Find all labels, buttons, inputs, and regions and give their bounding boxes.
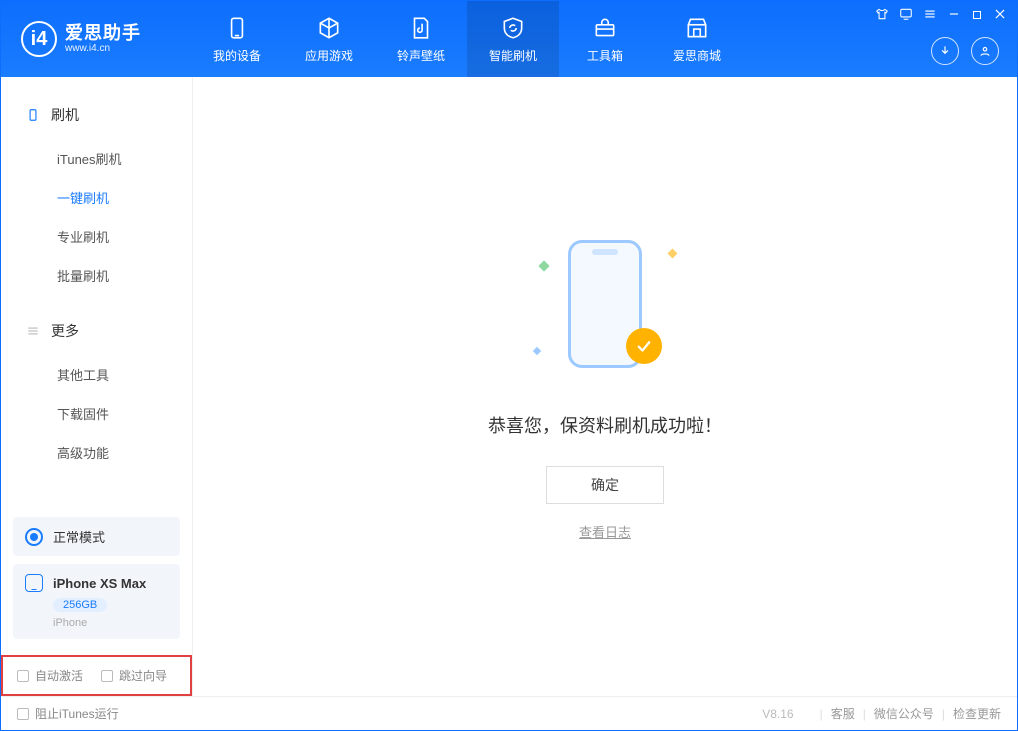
sidebar-item-oneclick-flash[interactable]: 一键刷机: [1, 178, 192, 217]
separator: |: [863, 707, 866, 721]
section-title: 刷机: [51, 105, 79, 125]
app-name: 爱思助手: [65, 24, 141, 44]
close-button[interactable]: [993, 7, 1007, 24]
body: 刷机 iTunes刷机 一键刷机 专业刷机 批量刷机 更多 其他工具 下载固件: [1, 77, 1017, 696]
download-button[interactable]: [931, 37, 959, 65]
device-subtitle: iPhone: [53, 617, 168, 629]
link-wechat[interactable]: 微信公众号: [874, 705, 934, 722]
cube-icon: [314, 15, 344, 41]
nav-store[interactable]: 爱思商城: [651, 1, 743, 77]
sidebar: 刷机 iTunes刷机 一键刷机 专业刷机 批量刷机 更多 其他工具 下载固件: [1, 77, 193, 696]
sidebar-item-pro-flash[interactable]: 专业刷机: [1, 217, 192, 256]
list-icon: [25, 323, 41, 339]
checkbox-label: 自动激活: [35, 667, 83, 684]
device-card[interactable]: iPhone XS Max 256GB iPhone: [13, 564, 180, 639]
mode-label: 正常模式: [53, 527, 105, 546]
feedback-icon[interactable]: [899, 7, 913, 24]
bottom-options-highlight: 自动激活 跳过向导: [1, 655, 192, 696]
ok-button[interactable]: 确定: [546, 466, 664, 504]
device-storage: 256GB: [53, 598, 107, 612]
account-button[interactable]: [971, 37, 999, 65]
app-url: www.i4.cn: [65, 43, 141, 54]
checkbox-skip-guide[interactable]: 跳过向导: [101, 667, 167, 684]
sidebar-scroll: 刷机 iTunes刷机 一键刷机 专业刷机 批量刷机 更多 其他工具 下载固件: [1, 77, 192, 509]
logo-letter: i4: [31, 28, 48, 51]
checkbox-label: 跳过向导: [119, 667, 167, 684]
logo-text: 爱思助手 www.i4.cn: [65, 24, 141, 55]
main-nav: 我的设备 应用游戏 铃声壁纸 智能刷机 工具箱 爱思商城: [191, 1, 743, 77]
sidebar-item-download-firmware[interactable]: 下载固件: [1, 394, 192, 433]
header-right-icons: [931, 37, 999, 65]
device-icon: [25, 574, 43, 592]
success-illustration: [530, 232, 680, 382]
nav-toolbox[interactable]: 工具箱: [559, 1, 651, 77]
nav-label: 爱思商城: [673, 47, 721, 64]
logo-icon: i4: [21, 21, 57, 57]
phone-icon: [25, 107, 41, 123]
checkbox-icon: [17, 670, 29, 682]
section-title: 更多: [51, 321, 79, 341]
nav-label: 我的设备: [213, 47, 261, 64]
tshirt-icon[interactable]: [875, 7, 889, 24]
maximize-button[interactable]: [971, 8, 983, 24]
nav-label: 应用游戏: [305, 47, 353, 64]
statusbar: 阻止iTunes运行 V8.16 | 客服 | 微信公众号 | 检查更新: [1, 696, 1017, 730]
menu-icon[interactable]: [923, 7, 937, 24]
nav-label: 铃声壁纸: [397, 47, 445, 64]
statusbar-right: V8.16 | 客服 | 微信公众号 | 检查更新: [762, 705, 1001, 722]
nav-apps-games[interactable]: 应用游戏: [283, 1, 375, 77]
checkbox-block-itunes[interactable]: 阻止iTunes运行: [17, 705, 119, 722]
sidebar-item-other-tools[interactable]: 其他工具: [1, 355, 192, 394]
separator: |: [820, 707, 823, 721]
device-icon: [222, 15, 252, 41]
check-badge-icon: [626, 328, 662, 364]
checkbox-icon: [101, 670, 113, 682]
main-content: 恭喜您，保资料刷机成功啦！ 确定 查看日志: [193, 77, 1017, 696]
success-message: 恭喜您，保资料刷机成功啦！: [488, 412, 722, 438]
link-support[interactable]: 客服: [831, 705, 855, 722]
checkbox-label: 阻止iTunes运行: [35, 705, 119, 722]
mode-dot-icon: [25, 528, 43, 546]
section-items-more: 其他工具 下载固件 高级功能: [1, 349, 192, 490]
version-label: V8.16: [762, 707, 793, 721]
section-title-more: 更多: [1, 313, 192, 349]
minimize-button[interactable]: [947, 7, 961, 24]
device-name: iPhone XS Max: [53, 576, 146, 591]
app-window: i4 爱思助手 www.i4.cn 我的设备 应用游戏 铃声壁纸 智能: [0, 0, 1018, 731]
toolbox-icon: [590, 15, 620, 41]
refresh-shield-icon: [498, 15, 528, 41]
sidebar-item-advanced[interactable]: 高级功能: [1, 433, 192, 472]
checkbox-icon: [17, 708, 29, 720]
sparkle-icon: [538, 260, 549, 271]
sparkle-icon: [668, 249, 678, 259]
sparkle-icon: [533, 347, 541, 355]
section-title-flash: 刷机: [1, 97, 192, 133]
checkbox-auto-activate[interactable]: 自动激活: [17, 667, 83, 684]
nav-label: 智能刷机: [489, 47, 537, 64]
nav-my-device[interactable]: 我的设备: [191, 1, 283, 77]
sidebar-item-itunes-flash[interactable]: iTunes刷机: [1, 139, 192, 178]
logo-area: i4 爱思助手 www.i4.cn: [1, 21, 191, 57]
sidebar-item-batch-flash[interactable]: 批量刷机: [1, 256, 192, 295]
statusbar-left: 阻止iTunes运行: [17, 705, 119, 722]
link-check-update[interactable]: 检查更新: [953, 705, 1001, 722]
titlebar: i4 爱思助手 www.i4.cn 我的设备 应用游戏 铃声壁纸 智能: [1, 1, 1017, 77]
view-log-link[interactable]: 查看日志: [579, 522, 631, 541]
nav-label: 工具箱: [587, 47, 623, 64]
separator: |: [942, 707, 945, 721]
mode-indicator[interactable]: 正常模式: [13, 517, 180, 556]
music-file-icon: [406, 15, 436, 41]
store-icon: [682, 15, 712, 41]
nav-ringtone-wallpaper[interactable]: 铃声壁纸: [375, 1, 467, 77]
window-controls: [875, 7, 1007, 24]
nav-smart-flash[interactable]: 智能刷机: [467, 1, 559, 77]
section-items-flash: iTunes刷机 一键刷机 专业刷机 批量刷机: [1, 133, 192, 313]
